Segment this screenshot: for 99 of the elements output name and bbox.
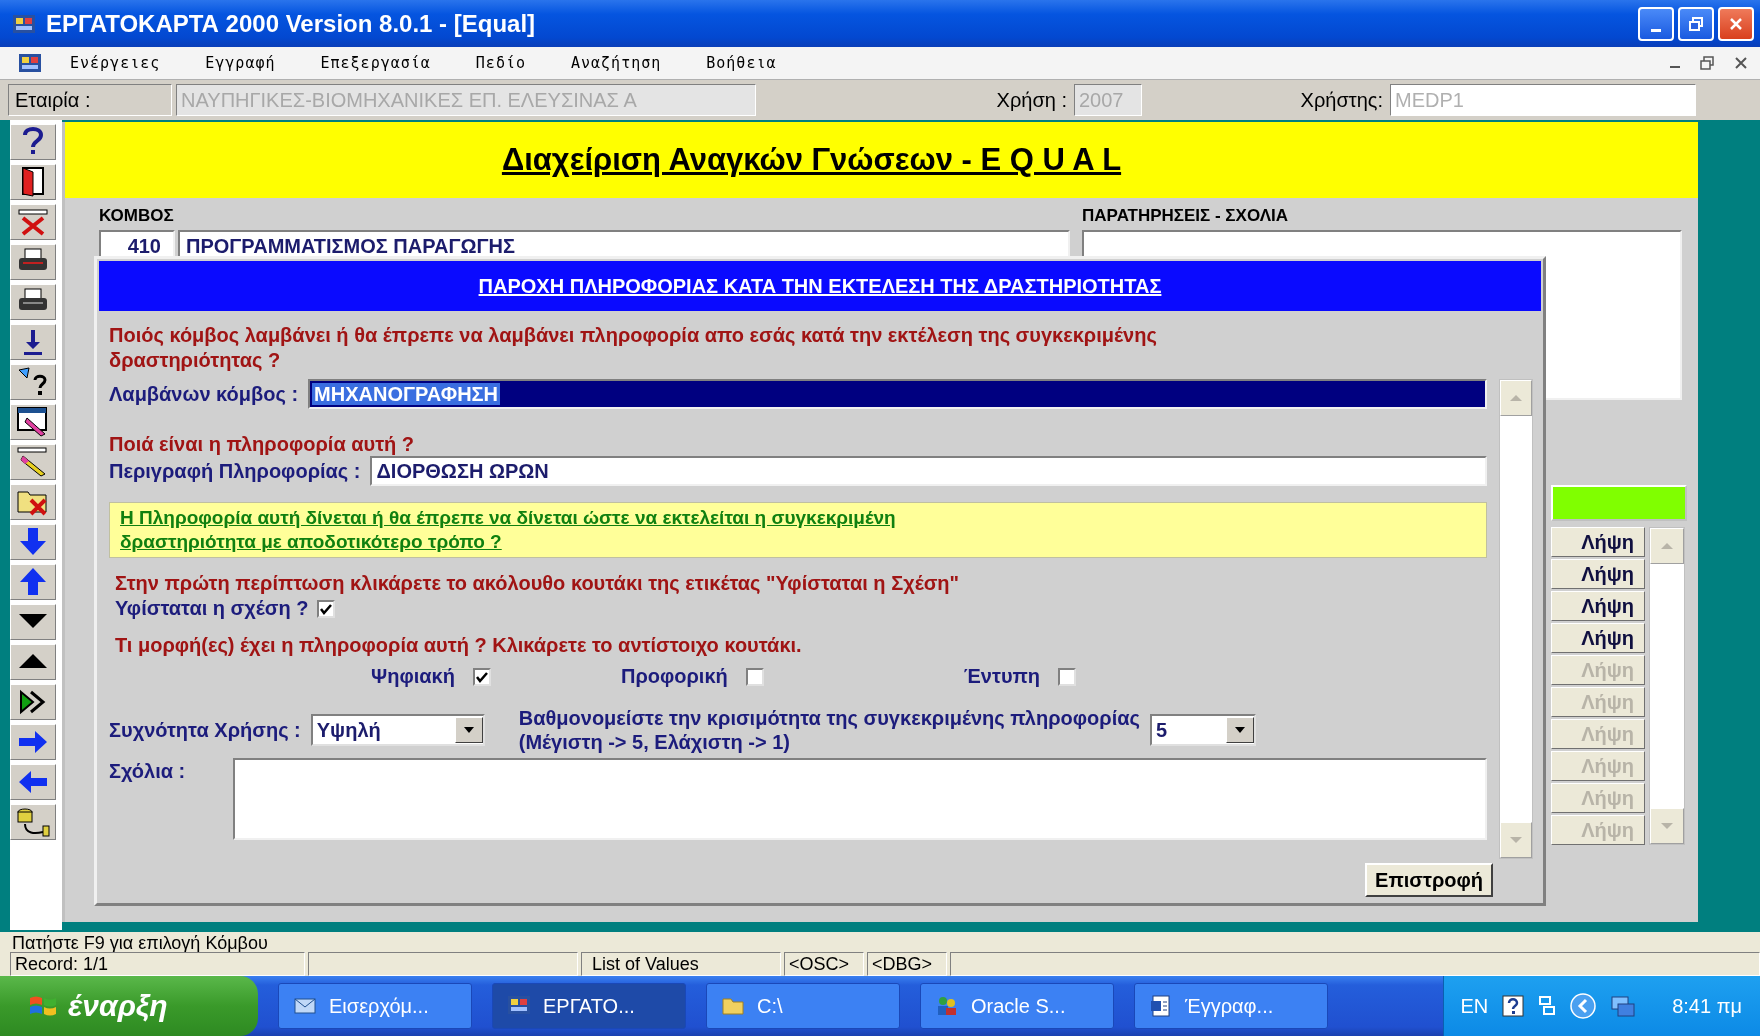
- company-field: ΝΑΥΠΗΓΙΚΕΣ-ΒΙΟΜΗΧΑΝΙΚΕΣ ΕΠ. ΕΛΕΥΣΙΝΑΣ Α: [176, 84, 756, 116]
- toolbar-button[interactable]: [10, 564, 56, 600]
- network-icon: [1538, 995, 1557, 1017]
- question-text: Τι μορφή(ες) έχει η πληροφορία αυτή ? Κλικάρετε το αντίστοιχο κουτάκι.: [114, 634, 803, 657]
- menu-item[interactable]: Ενέργειες: [70, 54, 161, 72]
- toolbar-button[interactable]: [10, 124, 56, 160]
- minimize-icon: [1651, 29, 1661, 32]
- toolbar-button[interactable]: [10, 724, 56, 760]
- dropdown-icon: [462, 726, 475, 734]
- toolbar-button[interactable]: [10, 444, 56, 480]
- toolbar-button[interactable]: [10, 604, 56, 640]
- relation-label: Υφίσταται η σχέση ?: [115, 597, 309, 620]
- year-field: 2007: [1074, 84, 1142, 116]
- checkbox[interactable]: [316, 599, 335, 618]
- dropdown-icon: [1233, 726, 1246, 734]
- comments-label: Σχόλια :: [109, 759, 187, 784]
- computer-icon: [1610, 994, 1637, 1018]
- taskbar-button[interactable]: Εισερχόμ...: [278, 983, 472, 1029]
- taskbar-button[interactable]: Oracle S...: [920, 983, 1114, 1029]
- scrollbar[interactable]: [1499, 379, 1533, 859]
- form-title: Διαχείριση Αναγκών Γνώσεων - E Q U A L: [501, 142, 1123, 178]
- option-label: Έντυπη: [963, 665, 1041, 688]
- checkbox[interactable]: [745, 667, 764, 686]
- clock: 8:41 πμ: [1672, 994, 1742, 1018]
- comments-field[interactable]: [233, 758, 1487, 840]
- user-label: Χρήστης:: [1299, 88, 1384, 113]
- minimize-button[interactable]: [1638, 6, 1674, 41]
- toolbar-button[interactable]: [10, 644, 56, 680]
- note-text: Η Πληροφορία αυτή δίνεται ή θα έπρεπε να δίνεται ώστε να εκτελείται η συγκεκριμένη δραστηριότητα με αποδοτικότερο τρόπο ?: [120, 506, 897, 554]
- window-title: ΕΡΓΑΤΟΚΑΡΤΑ 2000 Version 8.0.1 - [Equal]: [46, 9, 536, 38]
- close-icon: [1734, 56, 1748, 70]
- dialog-title: ΠΑΡΟΧΗ ΠΛΗΡΟΦΟΡΙΑΣ ΚΑΤΑ ΤΗΝ ΕΚΤΕΛΕΣΗ ΤΗΣ ΔΡΑΣΤΗΡΙΟΤΗΤΑΣ: [478, 274, 1162, 298]
- company-label: Εταιρία :: [8, 84, 172, 116]
- toolbar-button[interactable]: [10, 164, 56, 200]
- scrollbar[interactable]: [1649, 527, 1685, 845]
- people-icon: [935, 994, 959, 1018]
- dbg-indicator: <DBG>: [867, 952, 947, 976]
- option-label: Προφορική: [620, 665, 728, 688]
- toolbar-button[interactable]: [10, 284, 56, 320]
- criticality-hint: (Μέγιστη -> 5, Ελάχιστη -> 1): [518, 730, 791, 754]
- menu-item[interactable]: Πεδίο: [475, 54, 526, 72]
- fetch-button[interactable]: Λήψη: [1551, 591, 1645, 621]
- question-text: Ποιά είναι η πληροφορία αυτή ?: [109, 433, 416, 456]
- taskbar-button[interactable]: ΕΡΓΑΤΟ...: [492, 983, 686, 1029]
- description-label: Περιγραφή Πληροφορίας :: [109, 459, 361, 483]
- menu-item[interactable]: Αναζήτηση: [571, 54, 662, 72]
- toolbar-button[interactable]: [10, 244, 56, 280]
- close-icon: [1729, 16, 1743, 31]
- year-label: Χρήση :: [995, 88, 1068, 113]
- chevron-icon: [1570, 993, 1597, 1019]
- start-button[interactable]: έναρξη: [0, 976, 258, 1036]
- restore-icon: [1700, 56, 1714, 70]
- instruction-text: Στην πρώτη περίπτωση κλικάρετε το ακόλουθο κουτάκι της ετικέτας "Υφίσταται η Σχέση": [114, 572, 961, 595]
- fetch-button[interactable]: Λήψη: [1551, 623, 1645, 653]
- minimize-icon: [1670, 66, 1680, 68]
- taskbar-button[interactable]: Έγγραφ...: [1134, 983, 1328, 1029]
- menu-item[interactable]: Εγγραφή: [205, 54, 276, 72]
- app-icon: [12, 12, 36, 35]
- scroll-down-icon: [1509, 836, 1523, 844]
- taskbar-button[interactable]: C:\: [706, 983, 900, 1029]
- receiver-label: Λαμβάνων κόμβος :: [109, 382, 299, 406]
- restore-icon: [1689, 16, 1703, 31]
- toolbar-button[interactable]: [10, 364, 56, 400]
- scroll-down-icon: [1660, 822, 1674, 830]
- checkbox[interactable]: [472, 667, 491, 686]
- criticality-dropdown[interactable]: 5: [1149, 714, 1256, 746]
- status-message: Πατήστε F9 για επιλογή Κόμβου: [0, 930, 1760, 952]
- frequency-dropdown[interactable]: Υψηλή: [310, 714, 485, 746]
- restore-button[interactable]: [1678, 6, 1714, 41]
- frequency-label: Συχνότητα Χρήσης :: [109, 718, 301, 742]
- scroll-up-icon: [1509, 394, 1523, 402]
- osc-indicator: <OSC>: [784, 952, 864, 976]
- description-field[interactable]: ΔΙΟΡΘΩΣΗ ΩΡΩΝ: [370, 456, 1487, 486]
- close-button[interactable]: [1718, 6, 1754, 41]
- toolbar-button[interactable]: [10, 684, 56, 720]
- scroll-up-icon: [1660, 542, 1674, 550]
- menu-item[interactable]: Επεξεργασία: [320, 54, 431, 72]
- question-text: Ποιός κόμβος λαμβάνει ή θα έπρεπε να λαμβάνει πληροφορία απο εσάς κατά την εκτέλεση της συγκεκριμένης δραστηριότητας ?: [109, 323, 1158, 373]
- toolbar-button[interactable]: [10, 404, 56, 440]
- document-icon: [1149, 994, 1173, 1018]
- option-label: Ψηφιακή: [371, 665, 455, 688]
- user-field: MEDP1: [1390, 84, 1696, 116]
- toolbar-button[interactable]: [10, 804, 56, 840]
- receiver-field[interactable]: ΜΗΧΑΝΟΓΡΑΦΗΣΗ: [308, 379, 1487, 409]
- fetch-button[interactable]: Λήψη: [1551, 559, 1645, 589]
- list-of-values-indicator: List of Values: [581, 952, 781, 976]
- menu-item[interactable]: Βοήθεια: [706, 54, 777, 72]
- toolbar-button[interactable]: [10, 524, 56, 560]
- checkbox[interactable]: [1058, 667, 1077, 686]
- app-icon: [18, 52, 42, 74]
- toolbar-button[interactable]: [10, 324, 56, 360]
- node-label: ΚΟΜΒΟΣ: [99, 206, 175, 226]
- return-button[interactable]: Επιστροφή: [1365, 863, 1493, 897]
- help-icon: [1502, 995, 1525, 1017]
- criticality-label: Βαθμονομείστε την κρισιμότητα της συγκεκριμένης πληροφορίας: [518, 706, 1140, 730]
- record-indicator: Record: 1/1: [10, 952, 305, 976]
- fetch-button[interactable]: Λήψη: [1551, 527, 1645, 557]
- remarks-label: ΠΑΡΑΤΗΡΗΣΕΙΣ - ΣΧΟΛΙΑ: [1082, 206, 1289, 226]
- toolbar-button[interactable]: [10, 764, 56, 800]
